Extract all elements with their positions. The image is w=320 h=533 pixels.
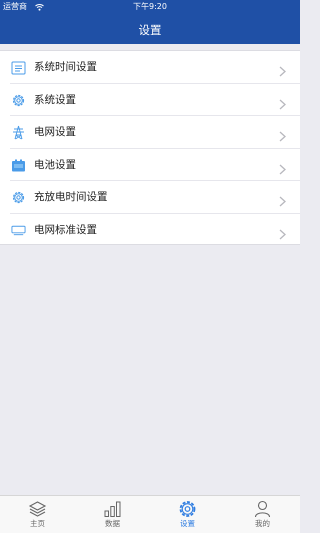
tab-settings[interactable]: 设置 bbox=[150, 496, 225, 533]
settings-item-label: 系统时间设置 bbox=[34, 61, 97, 73]
tab-home[interactable]: 主页 bbox=[0, 496, 75, 533]
monitor-icon bbox=[11, 223, 26, 238]
chevron-right-icon bbox=[279, 192, 286, 207]
chevron-right-icon bbox=[279, 225, 286, 239]
settings-item-label: 充放电时间设置 bbox=[34, 191, 108, 203]
settings-item-system-time[interactable]: 系统时间设置 bbox=[0, 51, 300, 84]
settings-item-label: 电网标准设置 bbox=[34, 223, 97, 236]
settings-item-grid[interactable]: 电网设置 bbox=[0, 116, 300, 149]
status-time: 下午9:20 bbox=[133, 2, 167, 11]
settings-item-label: 电池设置 bbox=[34, 158, 76, 171]
tab-label: 数据 bbox=[105, 519, 120, 528]
tab-bar: 主页 数据 设置 我的 bbox=[0, 495, 300, 533]
chevron-right-icon bbox=[279, 95, 286, 109]
chevron-right-icon bbox=[279, 62, 286, 77]
gear-icon bbox=[11, 190, 26, 205]
settings-item-charge-time[interactable]: 充放电时间设置 bbox=[0, 181, 300, 214]
status-bar: 运营商 下午9:20 bbox=[0, 0, 300, 13]
calendar-icon bbox=[11, 60, 26, 75]
tab-label: 设置 bbox=[180, 519, 195, 528]
battery-icon bbox=[11, 158, 26, 173]
tab-label: 主页 bbox=[30, 519, 45, 528]
gear-icon bbox=[11, 93, 26, 108]
tab-data[interactable]: 数据 bbox=[75, 496, 150, 533]
gear-icon bbox=[178, 500, 197, 518]
chevron-right-icon bbox=[279, 127, 286, 142]
user-icon bbox=[253, 500, 272, 518]
settings-item-system[interactable]: 系统设置 bbox=[0, 84, 300, 117]
bar-chart-icon bbox=[103, 500, 122, 518]
settings-list: 系统时间设置 系统设置 电网设置 电池设置 充放电时间设置 电网标准设置 bbox=[0, 50, 300, 245]
tab-label: 我的 bbox=[255, 519, 270, 528]
settings-item-battery[interactable]: 电池设置 bbox=[0, 149, 300, 182]
page-title: 设置 bbox=[138, 23, 162, 37]
power-tower-icon bbox=[11, 125, 26, 140]
tab-profile[interactable]: 我的 bbox=[225, 496, 300, 533]
chevron-right-icon bbox=[279, 160, 286, 174]
navigation-header: 运营商 下午9:20 设置 bbox=[0, 0, 300, 44]
settings-item-label: 电网设置 bbox=[34, 126, 76, 138]
settings-item-grid-standard[interactable]: 电网标准设置 bbox=[0, 214, 300, 247]
settings-item-label: 系统设置 bbox=[34, 93, 76, 106]
layers-icon bbox=[28, 500, 47, 518]
